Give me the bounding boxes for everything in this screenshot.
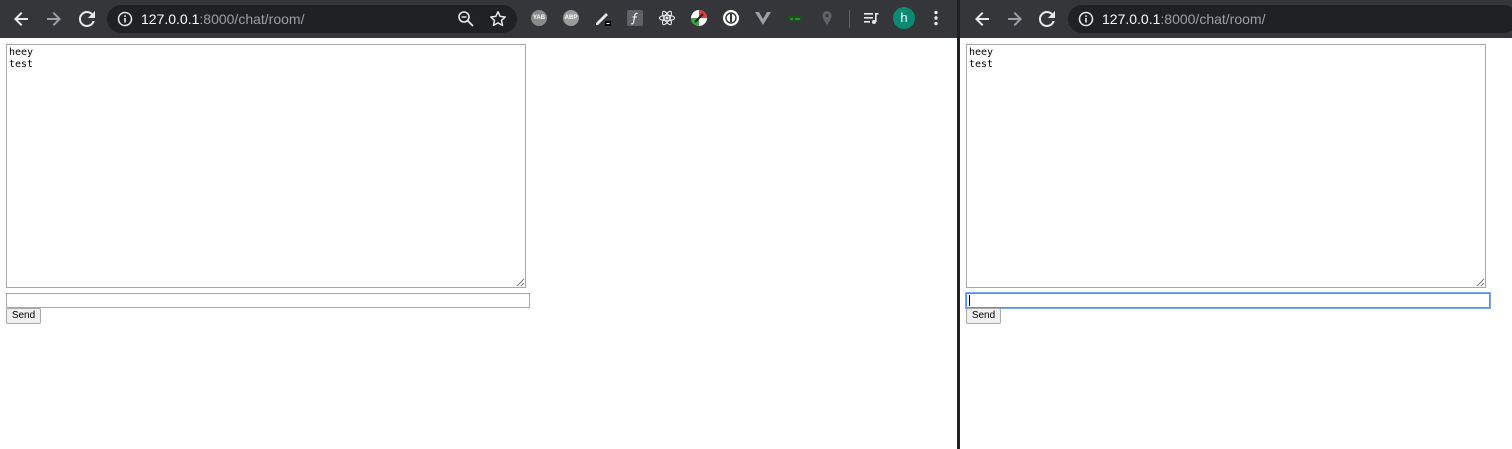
url-text: 127.0.0.1:8000/chat/room/ bbox=[1102, 10, 1265, 28]
send-button[interactable]: Send bbox=[966, 308, 1001, 324]
url-path: :8000/chat/room/ bbox=[1160, 11, 1266, 27]
resize-grip-icon[interactable] bbox=[516, 278, 525, 287]
info-icon[interactable] bbox=[117, 11, 133, 27]
location-pin-icon[interactable] bbox=[818, 9, 836, 27]
reload-icon[interactable] bbox=[76, 8, 98, 30]
browser-toolbar: 127.0.0.1:8000/chat/room/ YAB ABP h bbox=[0, 0, 957, 38]
send-button[interactable]: Send bbox=[6, 308, 41, 324]
page-content: heey test Send bbox=[0, 38, 957, 449]
adblock-plus-extension-icon[interactable]: ABP bbox=[562, 9, 580, 27]
green-extension-icon[interactable] bbox=[786, 9, 804, 27]
vue-devtools-icon[interactable] bbox=[754, 9, 772, 27]
forward-arrow-icon[interactable] bbox=[43, 8, 65, 30]
function-extension-icon[interactable] bbox=[626, 9, 644, 27]
address-bar[interactable]: 127.0.0.1:8000/chat/room/ bbox=[1068, 5, 1512, 33]
colorful-extension-icon[interactable] bbox=[690, 9, 708, 27]
profile-avatar[interactable]: h bbox=[893, 7, 915, 29]
star-icon[interactable] bbox=[489, 10, 507, 28]
back-arrow-icon[interactable] bbox=[10, 8, 32, 30]
url-text: 127.0.0.1:8000/chat/room/ bbox=[141, 10, 304, 28]
browser-window-left: 127.0.0.1:8000/chat/room/ YAB ABP h heey… bbox=[0, 0, 957, 449]
back-arrow-icon[interactable] bbox=[971, 8, 993, 30]
abp-extension-label: ABP bbox=[563, 10, 579, 26]
react-devtools-icon[interactable] bbox=[658, 9, 676, 27]
info-icon[interactable] bbox=[1078, 11, 1094, 27]
url-path: :8000/chat/room/ bbox=[199, 11, 305, 27]
resize-grip-icon[interactable] bbox=[1476, 278, 1485, 287]
reload-icon[interactable] bbox=[1036, 8, 1058, 30]
address-bar[interactable]: 127.0.0.1:8000/chat/room/ bbox=[107, 5, 517, 33]
message-input[interactable] bbox=[6, 293, 530, 308]
yab-extension-icon[interactable]: YAB bbox=[530, 9, 548, 27]
circle-extension-icon[interactable] bbox=[722, 9, 740, 27]
forward-arrow-icon[interactable] bbox=[1004, 8, 1026, 30]
message-input[interactable] bbox=[966, 293, 1490, 308]
chat-log-textarea[interactable]: heey test bbox=[966, 44, 1486, 288]
menu-dots-icon[interactable] bbox=[927, 9, 945, 27]
browser-window-right: 127.0.0.1:8000/chat/room/ heey test Send bbox=[960, 0, 1512, 449]
yab-extension-label: YAB bbox=[531, 10, 547, 26]
pen-extension-icon[interactable] bbox=[594, 9, 612, 27]
playlist-icon[interactable] bbox=[862, 9, 880, 27]
browser-toolbar: 127.0.0.1:8000/chat/room/ bbox=[960, 0, 1512, 38]
text-caret bbox=[969, 295, 970, 306]
url-host: 127.0.0.1 bbox=[141, 11, 200, 27]
chat-log-textarea[interactable]: heey test bbox=[6, 44, 526, 288]
page-content: heey test Send bbox=[960, 38, 1512, 449]
zoom-icon[interactable] bbox=[457, 10, 475, 28]
url-host: 127.0.0.1 bbox=[1102, 11, 1161, 27]
toolbar-separator bbox=[849, 10, 850, 28]
